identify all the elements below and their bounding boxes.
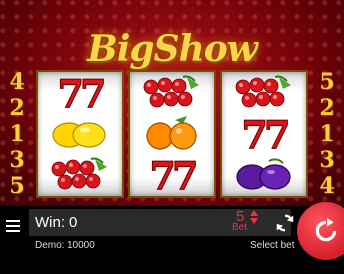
reel-1: 77: [36, 70, 124, 198]
game-logo: BigShow: [62, 26, 282, 72]
demo-balance: 10000: [67, 240, 95, 251]
payline-number[interactable]: 2: [314, 96, 340, 120]
payline-number[interactable]: 3: [4, 148, 30, 172]
seven-symbol-icon: 77: [229, 114, 299, 154]
demo-label: Demo:: [35, 240, 65, 251]
cherries-symbol-icon: [45, 155, 115, 195]
seven-symbol-icon: 77: [137, 155, 207, 195]
cherries-symbol-icon: [137, 73, 207, 113]
payline-number[interactable]: 3: [314, 148, 340, 172]
svg-text:77: 77: [150, 155, 196, 195]
bet-label: Bet: [232, 222, 248, 233]
reel-2: 77: [128, 70, 216, 198]
bet-up-icon[interactable]: [250, 210, 258, 216]
logo-text: BigShow: [87, 28, 257, 70]
payline-number[interactable]: 5: [314, 70, 340, 94]
bet-stepper[interactable]: [250, 210, 258, 228]
reels: 77 77 77: [36, 70, 308, 198]
svg-text:77: 77: [58, 73, 104, 113]
bet-down-icon[interactable]: [250, 218, 258, 224]
payline-number[interactable]: 4: [314, 174, 340, 198]
autoplay-icon[interactable]: [274, 212, 296, 234]
orange-symbol-icon: [137, 114, 207, 154]
game-area: BigShow 4 2 1 3 5 5 2 1 3 4 77 77 77: [0, 0, 344, 206]
plum-symbol-icon: [229, 155, 299, 195]
select-bet-link[interactable]: Select bet: [250, 240, 294, 251]
left-payline-numbers: 4 2 1 3 5: [4, 70, 30, 198]
payline-number[interactable]: 5: [4, 174, 30, 198]
lemon-symbol-icon: [45, 114, 115, 154]
cherries-symbol-icon: [229, 73, 299, 113]
win-value: 0: [69, 214, 78, 231]
win-label: Win:: [35, 214, 65, 231]
spin-button[interactable]: [297, 202, 344, 260]
right-payline-numbers: 5 2 1 3 4: [314, 70, 340, 198]
payline-number[interactable]: 4: [4, 70, 30, 94]
reel-3: 77: [220, 70, 308, 198]
menu-icon[interactable]: [6, 220, 20, 232]
seven-symbol-icon: 77: [45, 73, 115, 113]
spin-icon: [315, 218, 337, 242]
payline-number[interactable]: 1: [4, 122, 30, 146]
payline-number[interactable]: 1: [314, 122, 340, 146]
svg-text:77: 77: [242, 114, 288, 154]
payline-number[interactable]: 2: [4, 96, 30, 120]
control-bar: Win: 0 5 Bet Demo: 10000 Select bet: [0, 202, 344, 274]
